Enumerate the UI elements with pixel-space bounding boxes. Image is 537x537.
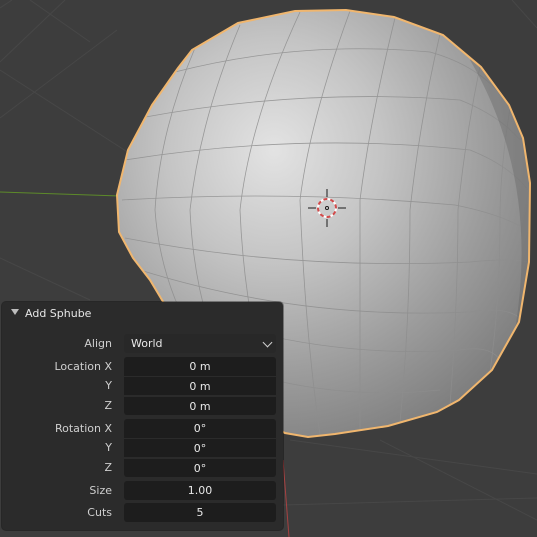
- location-y-field[interactable]: 0 m: [124, 376, 276, 395]
- size-field[interactable]: 1.00: [124, 481, 276, 500]
- chevron-down-icon: [262, 337, 273, 348]
- location-x-row: Location X 0 m: [2, 357, 283, 376]
- rotation-y-field[interactable]: 0°: [124, 438, 276, 457]
- rotation-x-row: Rotation X 0°: [2, 419, 283, 438]
- size-row: Size 1.00: [2, 481, 283, 500]
- align-row: Align World: [2, 334, 283, 353]
- operator-panel-header[interactable]: Add Sphube: [2, 302, 283, 326]
- rotation-z-label: Z: [104, 461, 112, 474]
- rotation-x-label: Rotation X: [54, 422, 112, 435]
- location-x-field[interactable]: 0 m: [124, 357, 276, 376]
- align-value: World: [131, 337, 163, 350]
- rotation-y-row: Y 0°: [2, 438, 283, 457]
- operator-panel[interactable]: Add Sphube Align World Location X 0 m Y …: [2, 302, 283, 530]
- y-axis-line: [0, 191, 121, 197]
- cuts-field[interactable]: 5: [124, 503, 276, 522]
- location-z-label: Z: [104, 399, 112, 412]
- location-z-field[interactable]: 0 m: [124, 396, 276, 415]
- rotation-z-field[interactable]: 0°: [124, 458, 276, 477]
- align-dropdown[interactable]: World: [124, 334, 276, 353]
- operator-panel-title: Add Sphube: [25, 307, 92, 320]
- location-z-row: Z 0 m: [2, 396, 283, 415]
- cuts-label: Cuts: [87, 506, 112, 519]
- rotation-z-row: Z 0°: [2, 458, 283, 477]
- location-x-label: Location X: [54, 360, 112, 373]
- location-y-row: Y 0 m: [2, 376, 283, 395]
- size-label: Size: [89, 484, 112, 497]
- cuts-row: Cuts 5: [2, 503, 283, 522]
- rotation-x-field[interactable]: 0°: [124, 419, 276, 438]
- rotation-y-label: Y: [105, 441, 112, 454]
- align-label: Align: [84, 337, 112, 350]
- location-y-label: Y: [105, 379, 112, 392]
- x-axis-line: [282, 459, 290, 537]
- triangle-down-icon[interactable]: [11, 309, 19, 315]
